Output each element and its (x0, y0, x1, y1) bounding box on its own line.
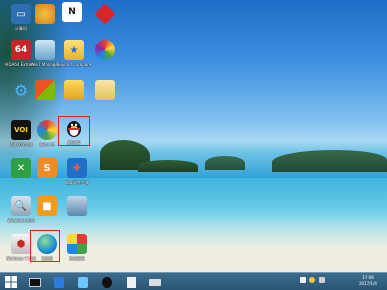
start-icon (5, 276, 17, 288)
taskbar-penguin[interactable] (98, 275, 116, 289)
qq-taskbar-icon (78, 276, 88, 288)
background-island (272, 150, 387, 172)
uninstall-tool-icon: ✚ (67, 158, 87, 178)
orange-document-icon: S (37, 158, 57, 178)
driver-icon (67, 234, 87, 254)
tray-icon (300, 277, 306, 283)
ie-highlight-box (30, 230, 60, 262)
desktop: ▭ 计算机 N 64 AIDA64 Extreme Win7 Manager ★… (0, 0, 387, 272)
taskbar-printer[interactable] (146, 275, 164, 289)
taskbar-qq[interactable] (74, 275, 92, 289)
desktop-icon-docfolder[interactable] (86, 80, 124, 102)
tray-icon (318, 277, 325, 283)
taskbar-terminal[interactable] (26, 275, 44, 289)
printer-taskbar-icon (149, 278, 161, 286)
folder-app-icon (64, 80, 84, 100)
taskbar-document[interactable] (122, 275, 140, 289)
system-tray[interactable] (300, 277, 330, 285)
paint-icon (35, 4, 55, 24)
red-diamond-icon (94, 3, 116, 25)
browser-icon (37, 120, 57, 140)
document-folder-icon (95, 80, 115, 100)
windows-update-icon (35, 80, 55, 100)
background-island (205, 156, 245, 170)
qq-highlight-box (58, 116, 90, 146)
folder-star-icon: ★ (64, 40, 84, 60)
document-taskbar-icon (126, 276, 136, 288)
orange-app-icon: ■ (37, 196, 57, 216)
color-wheel-icon (95, 40, 115, 60)
desktop-icon-driver[interactable]: 驱动精灵 (58, 234, 96, 261)
terminal-icon (29, 277, 41, 287)
desktop-icon-colorwheel[interactable] (86, 40, 124, 62)
desktop-icon-uninstall[interactable]: ✚ 卸载软件工具 (58, 158, 96, 185)
start-button[interactable] (2, 275, 20, 289)
clock[interactable]: 17:08 2017/1/4 (352, 275, 384, 287)
tray-icon (309, 277, 316, 283)
background-island (138, 160, 198, 172)
app-icon (54, 276, 64, 288)
taskbar: 17:08 2017/1/4 (0, 272, 387, 290)
desktop-icon-red[interactable] (86, 3, 124, 26)
installer-icon (67, 196, 87, 216)
penguin-taskbar-icon (102, 276, 112, 288)
taskbar-app[interactable] (50, 275, 68, 289)
recycle-bin-icon (35, 40, 55, 60)
clock-date: 2017/1/4 (359, 281, 377, 286)
nero-icon: N (62, 2, 82, 22)
desktop-icon-installer[interactable] (58, 196, 96, 218)
